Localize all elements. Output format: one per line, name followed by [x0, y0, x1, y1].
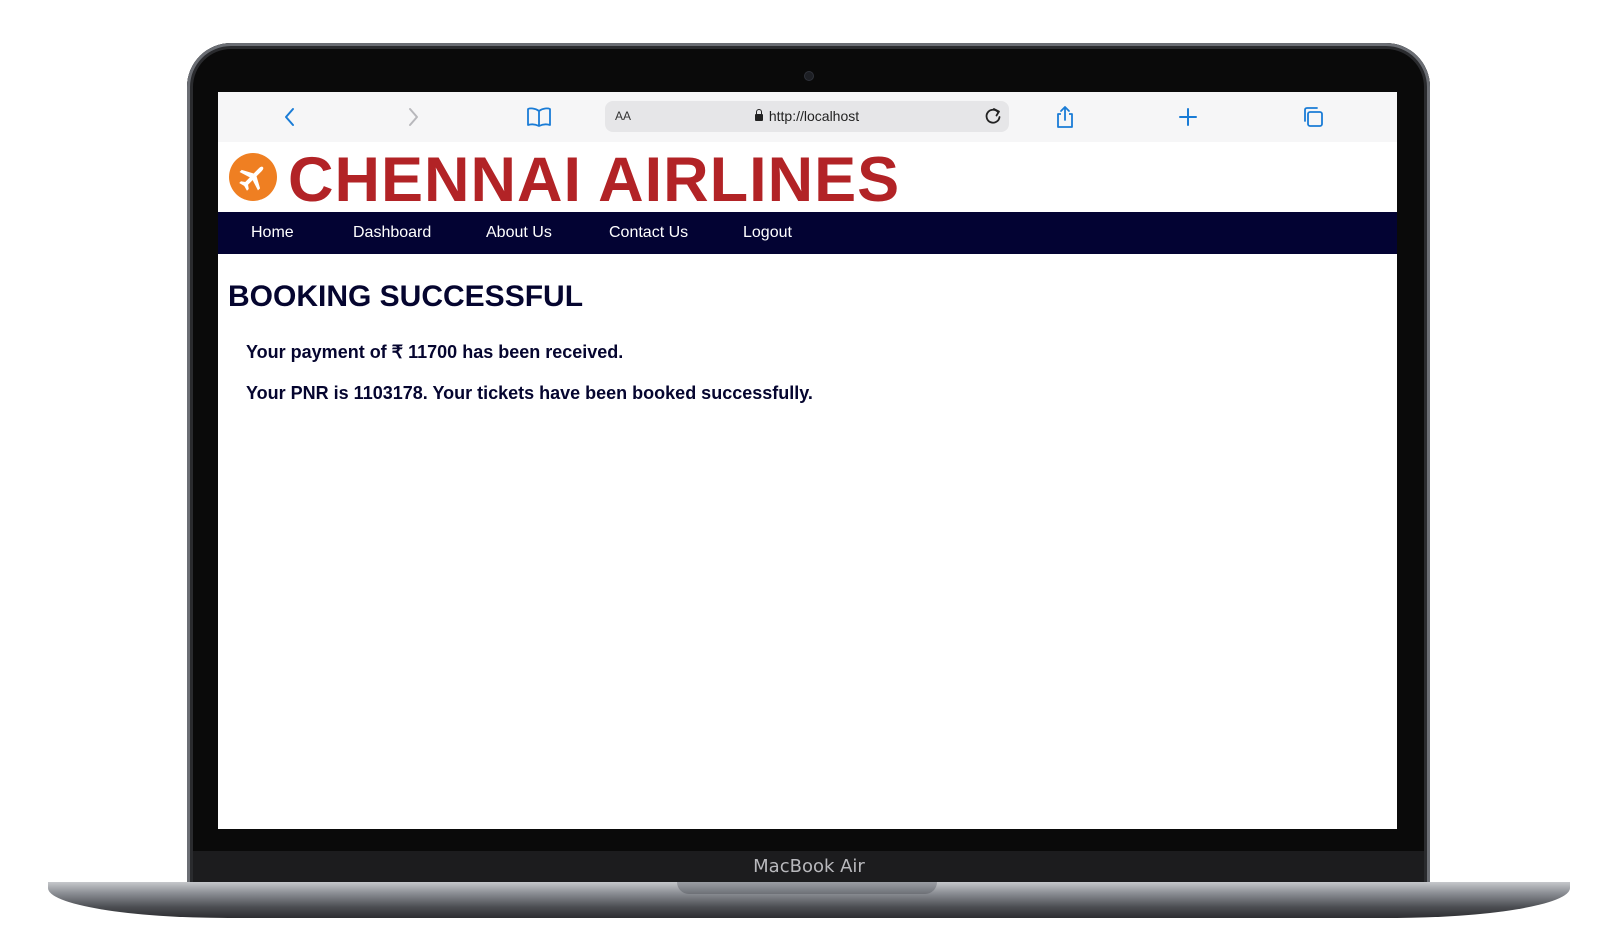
- nav-dashboard[interactable]: Dashboard: [353, 224, 431, 242]
- main-nav: Home Dashboard About Us Contact Us Logou…: [218, 212, 1397, 254]
- url-display[interactable]: http://localhost: [605, 108, 1009, 124]
- nav-home[interactable]: Home: [251, 224, 294, 242]
- nav-contact-us[interactable]: Contact Us: [609, 224, 688, 242]
- payment-message: Your payment of ₹ 11700 has been receive…: [246, 342, 624, 362]
- bookmarks-icon[interactable]: [524, 102, 554, 132]
- tabs-overview-icon[interactable]: [1298, 102, 1328, 132]
- share-icon[interactable]: [1050, 102, 1080, 132]
- browser-toolbar: AA http://localhost: [218, 92, 1397, 143]
- device-label: MacBook Air: [753, 856, 865, 877]
- pnr-message: Your PNR is 1103178. Your tickets have b…: [246, 383, 813, 403]
- nav-about-us[interactable]: About Us: [486, 224, 552, 242]
- airplane-logo-icon[interactable]: [229, 153, 277, 201]
- site-header: CHENNAI AIRLINES: [218, 142, 1397, 215]
- laptop-hinge-notch: [677, 882, 937, 894]
- new-tab-icon[interactable]: [1173, 102, 1203, 132]
- camera-icon: [805, 72, 813, 80]
- back-icon[interactable]: [275, 102, 305, 132]
- page-title: BOOKING SUCCESSFUL: [228, 280, 584, 313]
- browser-screen: AA http://localhost CHENNAI AIRLINES Hom…: [218, 92, 1397, 829]
- site-title[interactable]: CHENNAI AIRLINES: [288, 144, 900, 216]
- reload-icon[interactable]: [983, 106, 1003, 131]
- address-bar[interactable]: AA http://localhost: [605, 101, 1009, 132]
- nav-logout[interactable]: Logout: [743, 224, 792, 242]
- lock-icon: [754, 109, 763, 121]
- forward-icon[interactable]: [398, 102, 428, 132]
- url-text: http://localhost: [768, 108, 860, 124]
